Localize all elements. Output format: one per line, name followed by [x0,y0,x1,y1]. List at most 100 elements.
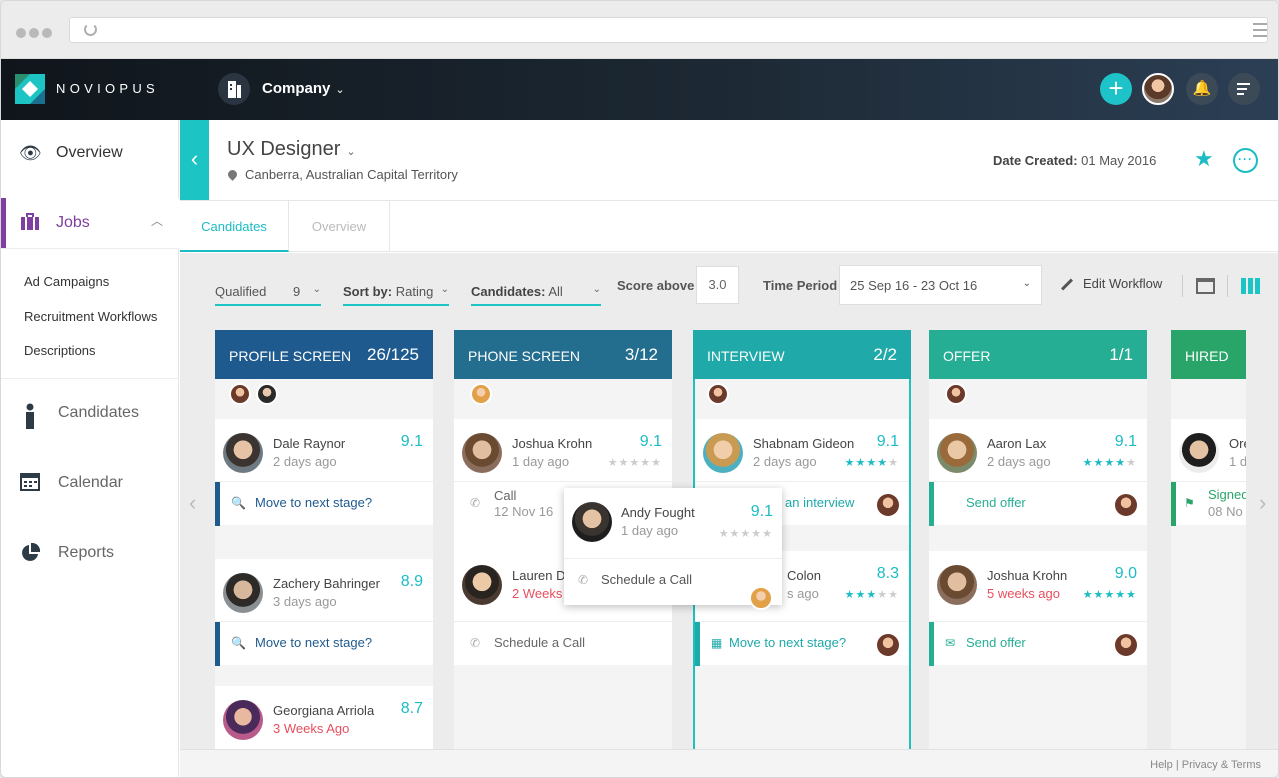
candidate-card[interactable]: Dale Raynor 2 days ago 9.1 [215,419,433,481]
sidebar-sub-descriptions[interactable]: Descriptions [24,343,96,358]
card-action[interactable]: ✆ Schedule a Call [454,621,672,665]
add-button[interactable]: + [1100,73,1132,105]
avatar[interactable] [229,383,251,405]
stage-title: INTERVIEW [707,348,785,364]
more-options-icon[interactable]: ··· [1233,148,1258,173]
qualified-filter[interactable]: Qualified 9 ⌄ [215,284,321,306]
calendar-icon [19,473,41,493]
candidate-card[interactable]: Shabnam Gideon 2 days ago 9.1 ★★★★★ [695,419,909,481]
back-button[interactable]: ‹ [180,120,209,200]
chevron-down-icon: ⌄ [440,284,449,295]
stage-header[interactable]: OFFER 1/1 [929,330,1147,379]
reload-icon[interactable] [84,23,97,36]
noviopus-logo-icon[interactable] [15,74,45,104]
help-link[interactable]: Help [1150,759,1173,771]
divider [1,378,179,379]
envelope-icon: ✉ [945,636,956,650]
company-dropdown[interactable]: Company ⌄ [262,80,345,97]
address-bar[interactable] [69,17,1268,43]
avatar[interactable] [1115,634,1137,656]
card-view-icon[interactable] [1196,278,1215,294]
search-document-icon: 🔍 [231,636,246,650]
user-avatar[interactable] [1142,73,1174,105]
candidate-time: 1 d [1229,454,1246,469]
stage-header[interactable]: HIRED [1171,330,1246,379]
card-action[interactable]: ⚑ Signed 08 No [1171,481,1246,526]
building-icon[interactable] [218,73,250,105]
scroll-left-arrow[interactable]: ‹ [189,490,196,516]
avatar [1179,433,1219,473]
card-action[interactable]: Send offer [929,481,1147,526]
card-action[interactable]: 🔍 Move to next stage? [215,621,433,666]
sidebar-item-label: Reports [58,544,115,561]
card-action[interactable]: ▦ Move to next stage? [695,621,909,666]
avatar[interactable] [470,383,492,405]
score-above-label: Score above [617,278,695,293]
sidebar-item-overview[interactable]: 👁 Overview [1,128,179,178]
column-view-icon[interactable] [1241,278,1260,294]
candidate-name: Shabnam Gideon [753,436,855,451]
browser-menu-icon[interactable] [1253,23,1267,41]
tab-candidates[interactable]: Candidates [180,201,289,252]
candidate-card[interactable]: Georgiana Arriola 3 Weeks Ago 8.7 [215,686,433,749]
sidebar-sub-ad-campaigns[interactable]: Ad Campaigns [24,274,109,289]
sidebar-item-candidates[interactable]: Candidates [1,388,179,438]
browser-chrome [1,1,1278,59]
rating-stars: ★★★★★ [844,589,899,601]
action-indicator [695,622,700,666]
bell-icon[interactable]: 🔔 [1186,73,1218,105]
star-icon[interactable]: ★ [1194,146,1214,172]
rating-stars: ★★★★★ [1082,457,1137,469]
job-title-dropdown[interactable]: UX Designer ⌄ [227,138,356,161]
activity-list-icon[interactable] [1228,73,1260,105]
avatar[interactable] [707,383,729,405]
company-label: Company [262,80,331,97]
edit-workflow-button[interactable]: Edit Workflow [1060,276,1162,291]
candidate-card[interactable]: Joshua Krohn 1 day ago 9.1 ★★★★★ [454,419,672,481]
chevron-up-icon[interactable]: ︿ [151,212,163,229]
candidate-card[interactable]: Zachery Bahringer 3 days ago 8.9 [215,559,433,621]
score-above-input[interactable]: 3.0 [696,266,739,304]
stage-header[interactable]: PROFILE SCREEN 26/125 [215,330,433,379]
candidate-time: 3 days ago [273,594,337,609]
stage-header[interactable]: INTERVIEW 2/2 [693,330,911,379]
action-indicator [929,622,934,666]
time-period-select[interactable]: 25 Sep 16 - 23 Oct 16 ⌄ [839,265,1042,305]
candidate-time: 5 weeks ago [987,586,1060,601]
chevron-down-icon: ⌄ [346,146,356,158]
candidate-card[interactable]: Aaron Lax 2 days ago 9.1 ★★★★★ [929,419,1147,481]
privacy-terms-link[interactable]: Privacy & Terms [1182,759,1261,771]
avatar[interactable] [945,383,967,405]
avatar[interactable] [877,494,899,516]
action-indicator [215,622,220,666]
sidebar-item-reports[interactable]: Reports [1,528,179,578]
dragging-candidate-card[interactable]: Andy Fought 1 day ago 9.1 ★★★★★ ✆ Schedu… [564,488,782,610]
avatar[interactable] [256,383,278,405]
date-created: Date Created: 01 May 2016 [993,153,1156,168]
sort-by-filter[interactable]: Sort by: Rating ⌄ [343,284,449,306]
sidebar-sub-recruitment-workflows[interactable]: Recruitment Workflows [24,309,157,324]
rating-stars: ★★★★★ [844,457,899,469]
candidate-time: 1 day ago [512,454,570,469]
action-label: an interview [785,495,855,510]
chevron-down-icon: ⌄ [1022,278,1031,289]
action-label: Schedule a Call [494,635,586,650]
action-indicator [1171,482,1176,526]
sidebar-item-calendar[interactable]: Calendar [1,458,179,508]
avatar[interactable] [877,634,899,656]
action-label: Move to next stage? [255,495,373,510]
stage-header[interactable]: PHONE SCREEN 3/12 [454,330,672,379]
job-title: UX Designer [227,138,341,160]
card-action[interactable]: ✉ Send offer [929,621,1147,666]
window-controls[interactable] [16,25,55,43]
avatar[interactable] [1115,494,1137,516]
pie-chart-icon [19,542,41,563]
card-action[interactable]: 🔍 Move to next stage? [215,481,433,526]
sidebar-item-jobs[interactable]: Jobs ︿ [1,198,179,248]
avatar[interactable] [749,586,773,610]
tab-overview[interactable]: Overview [289,201,390,252]
candidates-filter[interactable]: Candidates: All ⌄ [471,284,601,306]
candidate-card[interactable]: Joshua Krohn 5 weeks ago 9.0 ★★★★★ [929,551,1147,621]
scroll-right-arrow[interactable]: › [1259,490,1266,516]
candidate-card[interactable]: Ore 1 d [1171,419,1246,481]
